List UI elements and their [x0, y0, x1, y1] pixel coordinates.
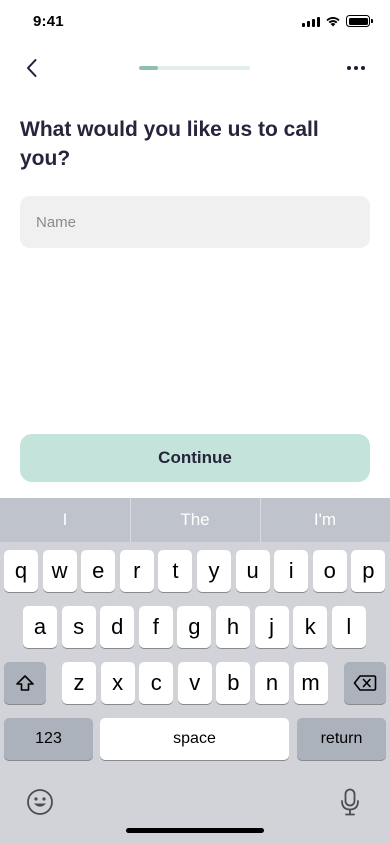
- key-e[interactable]: e: [81, 550, 116, 592]
- key-d[interactable]: d: [100, 606, 135, 648]
- wifi-icon: [326, 17, 340, 27]
- key-k[interactable]: k: [293, 606, 328, 648]
- suggestion-item[interactable]: I: [0, 498, 130, 542]
- return-key[interactable]: return: [297, 718, 386, 760]
- name-input[interactable]: [20, 196, 370, 248]
- suggestion-item[interactable]: I'm: [260, 498, 390, 542]
- key-v[interactable]: v: [177, 662, 212, 704]
- key-f[interactable]: f: [138, 606, 173, 648]
- key-q[interactable]: q: [4, 550, 38, 592]
- key-a[interactable]: a: [23, 606, 57, 648]
- space-key[interactable]: space: [100, 718, 289, 760]
- suggestion-bar: I The I'm: [0, 498, 390, 542]
- nav-bar: [0, 44, 390, 92]
- shift-key[interactable]: [4, 662, 46, 704]
- key-c[interactable]: c: [139, 662, 174, 704]
- more-button[interactable]: [342, 54, 370, 82]
- key-b[interactable]: b: [216, 662, 251, 704]
- key-g[interactable]: g: [177, 606, 212, 648]
- backspace-icon: [353, 675, 377, 691]
- key-s[interactable]: s: [61, 606, 96, 648]
- keyboard: I The I'm qwertyuiop asdfghjkl zxcvbnm 123…: [0, 498, 390, 844]
- more-horizontal-icon: [347, 66, 351, 70]
- chevron-left-icon: [27, 59, 37, 77]
- key-n[interactable]: n: [255, 662, 289, 704]
- key-u[interactable]: u: [235, 550, 270, 592]
- status-time: 9:41: [33, 13, 64, 30]
- key-z[interactable]: z: [62, 662, 96, 704]
- progress-bar: [139, 66, 250, 70]
- status-bar: 9:41: [0, 0, 390, 44]
- emoji-icon[interactable]: [26, 788, 54, 816]
- numbers-key[interactable]: 123: [4, 718, 93, 760]
- suggestion-item[interactable]: The: [130, 498, 260, 542]
- shift-icon: [16, 675, 34, 691]
- home-indicator: [126, 828, 264, 833]
- key-t[interactable]: t: [158, 550, 193, 592]
- key-j[interactable]: j: [254, 606, 289, 648]
- battery-icon: [346, 15, 373, 27]
- key-h[interactable]: h: [216, 606, 250, 648]
- microphone-icon[interactable]: [340, 788, 360, 816]
- key-l[interactable]: l: [331, 606, 366, 648]
- key-x[interactable]: x: [100, 662, 135, 704]
- key-m[interactable]: m: [293, 662, 328, 704]
- key-y[interactable]: y: [197, 550, 231, 592]
- back-button[interactable]: [18, 54, 46, 82]
- continue-button[interactable]: Continue: [20, 434, 370, 482]
- cellular-signal-icon: [302, 16, 320, 27]
- key-p[interactable]: p: [351, 550, 386, 592]
- key-w[interactable]: w: [42, 550, 77, 592]
- key-i[interactable]: i: [274, 550, 309, 592]
- key-o[interactable]: o: [312, 550, 347, 592]
- key-r[interactable]: r: [119, 550, 154, 592]
- status-icons: [302, 15, 373, 27]
- page-title: What would you like us to call you?: [20, 118, 319, 170]
- progress-fill: [139, 66, 158, 70]
- delete-key[interactable]: [344, 662, 386, 704]
